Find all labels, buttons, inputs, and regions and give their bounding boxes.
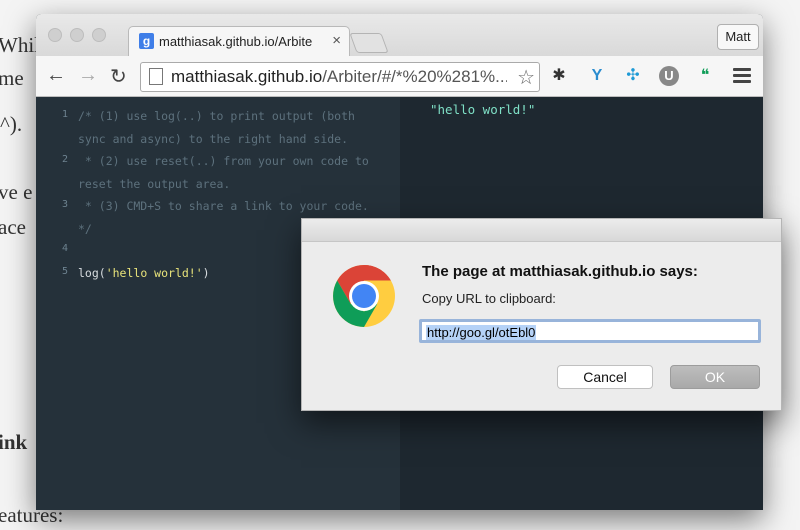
- background-text-6: ink: [0, 430, 28, 454]
- page-icon: [149, 68, 163, 85]
- asterisk-extension-icon[interactable]: ✱: [549, 66, 569, 86]
- profile-button[interactable]: Matt: [717, 24, 759, 50]
- title-bar: g matthiasak.github.io/Arbite × Matt: [36, 14, 763, 57]
- alert-dialog: The page at matthiasak.github.io says: C…: [301, 218, 782, 411]
- background-text-5: ace: [0, 215, 26, 239]
- u-extension-icon[interactable]: U: [659, 66, 679, 86]
- url-text[interactable]: matthiasak.github.io/Arbiter/#/*%20%281%…: [171, 67, 507, 87]
- y-extension-icon[interactable]: Y: [587, 66, 607, 86]
- bookmark-star-icon[interactable]: ☆: [517, 65, 535, 90]
- browser-toolbar: ← → ↻ matthiasak.github.io/Arbiter/#/*%2…: [36, 56, 763, 97]
- ok-button[interactable]: OK: [670, 365, 760, 389]
- zoom-window-button[interactable]: [92, 28, 106, 42]
- chrome-logo-icon: [333, 265, 395, 327]
- tab-title: matthiasak.github.io/Arbite: [159, 34, 313, 49]
- reload-icon[interactable]: ↻: [110, 64, 127, 89]
- address-bar[interactable]: matthiasak.github.io/Arbiter/#/*%20%281%…: [140, 62, 540, 92]
- dialog-title-bar: [302, 219, 781, 242]
- browser-tab[interactable]: g matthiasak.github.io/Arbite ×: [128, 26, 350, 57]
- tab-close-icon[interactable]: ×: [332, 32, 341, 49]
- back-icon[interactable]: ←: [46, 64, 66, 87]
- cancel-button[interactable]: Cancel: [557, 365, 653, 389]
- dialog-title: The page at matthiasak.github.io says:: [422, 263, 698, 280]
- forward-icon[interactable]: →: [78, 64, 98, 87]
- output-text: "hello world!": [430, 102, 536, 117]
- minimize-window-button[interactable]: [70, 28, 84, 42]
- new-tab-button[interactable]: [349, 33, 389, 53]
- hangouts-extension-icon[interactable]: ❝: [695, 66, 715, 86]
- google-favicon-icon: g: [139, 33, 154, 49]
- url-input[interactable]: http://goo.gl/otEbl0: [419, 319, 761, 343]
- url-input-value: http://goo.gl/otEbl0: [426, 325, 537, 340]
- network-extension-icon[interactable]: ✣: [623, 66, 643, 86]
- background-text-4: ve e: [0, 180, 33, 204]
- close-window-button[interactable]: [48, 28, 62, 42]
- menu-icon[interactable]: [733, 68, 751, 86]
- background-text-2: me: [0, 66, 24, 90]
- dialog-message: Copy URL to clipboard:: [422, 291, 556, 306]
- background-text-3: ^).: [0, 112, 23, 136]
- background-text-1: Whil: [0, 33, 40, 57]
